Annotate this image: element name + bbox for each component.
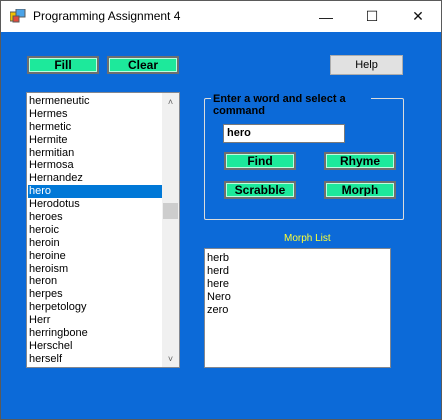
list-item[interactable]: herringbone (28, 327, 164, 340)
morph-list-items: herb herd here Nero zero (207, 252, 231, 316)
morph-list-label: Morph List (284, 233, 331, 244)
scrollbar-thumb[interactable] (163, 203, 178, 219)
list-item[interactable]: herself (28, 353, 164, 366)
word-list-scrollbar[interactable]: ˄ ˅ (162, 93, 179, 367)
morph-button[interactable]: Morph (324, 181, 396, 199)
list-item[interactable]: herb (207, 252, 231, 265)
window-title: Programming Assignment 4 (33, 9, 181, 23)
app-window: Programming Assignment 4 — ☐ ✕ Fill Clea… (0, 0, 442, 420)
clear-button[interactable]: Clear (107, 56, 179, 74)
list-item[interactable]: Hernandez (28, 172, 164, 185)
list-item[interactable]: hermeneutic (28, 95, 164, 108)
rhyme-button[interactable]: Rhyme (324, 152, 396, 170)
list-item[interactable]: Hermes (28, 108, 164, 121)
list-item[interactable]: hermitian (28, 147, 164, 160)
morph-listbox[interactable]: herb herd here Nero zero (204, 248, 391, 368)
fill-button[interactable]: Fill (27, 56, 99, 74)
list-item[interactable]: heroic (28, 224, 164, 237)
minimize-button[interactable]: — (303, 1, 349, 32)
help-button[interactable]: Help (330, 55, 403, 75)
list-item[interactable]: Nero (207, 291, 231, 304)
list-item[interactable]: Herr (28, 314, 164, 327)
list-item[interactable]: heroism (28, 263, 164, 276)
list-item[interactable]: heron (28, 275, 164, 288)
scroll-up-arrow-icon[interactable]: ˄ (162, 93, 179, 110)
list-item[interactable]: herpes (28, 288, 164, 301)
list-item[interactable]: Hermite (28, 134, 164, 147)
list-item[interactable]: herd (207, 265, 231, 278)
find-button[interactable]: Find (224, 152, 296, 170)
maximize-button[interactable]: ☐ (349, 1, 395, 32)
scroll-down-arrow-icon[interactable]: ˅ (162, 350, 179, 367)
word-list-items: hermeneutic Hermes hermetic Hermite herm… (28, 95, 164, 366)
command-group-title: Enter a word and select a command (211, 93, 371, 117)
list-item[interactable]: heroine (28, 250, 164, 263)
scrabble-button[interactable]: Scrabble (224, 181, 296, 199)
list-item[interactable]: here (207, 278, 231, 291)
list-item[interactable]: hermetic (28, 121, 164, 134)
list-item[interactable]: Herschel (28, 340, 164, 353)
list-item[interactable]: heroin (28, 237, 164, 250)
word-input[interactable]: hero (223, 124, 345, 143)
list-item[interactable]: herpetology (28, 301, 164, 314)
list-item[interactable]: heroes (28, 211, 164, 224)
list-item[interactable]: zero (207, 304, 231, 317)
list-item-selected[interactable]: hero (28, 185, 164, 199)
app-window-icon (10, 9, 26, 23)
close-button[interactable]: ✕ (395, 1, 441, 32)
title-bar[interactable]: Programming Assignment 4 — ☐ ✕ (1, 1, 441, 32)
word-listbox[interactable]: hermeneutic Hermes hermetic Hermite herm… (26, 92, 180, 368)
list-item[interactable]: Herodotus (28, 198, 164, 211)
list-item[interactable]: Hermosa (28, 159, 164, 172)
